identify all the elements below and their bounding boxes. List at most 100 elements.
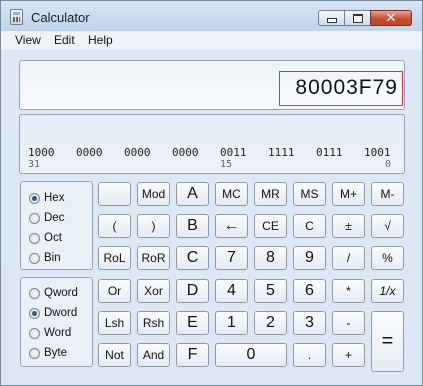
key-plus-minus[interactable]: ± — [332, 214, 365, 238]
bit-position-label: 0 — [385, 159, 392, 170]
radio-unchecked-icon — [29, 347, 40, 359]
key-lsh[interactable]: Lsh — [98, 311, 131, 335]
key-reciprocal[interactable]: 1/x — [371, 279, 404, 303]
key-hex-d[interactable]: D — [176, 279, 209, 303]
radio-hex[interactable]: Hex — [29, 191, 64, 205]
bit-group[interactable]: 1000 — [28, 146, 55, 159]
key-9[interactable]: 9 — [293, 246, 326, 270]
radio-unchecked-icon — [29, 212, 40, 224]
radio-label: Bin — [44, 252, 61, 264]
radio-label: Word — [44, 327, 72, 339]
key-ms[interactable]: MS — [293, 182, 326, 206]
key-not[interactable]: Not — [98, 343, 131, 367]
key-ce[interactable]: CE — [254, 214, 287, 238]
radio-label: Oct — [44, 232, 62, 244]
radio-unchecked-icon — [29, 327, 40, 339]
radio-dword[interactable]: Dword — [29, 306, 77, 320]
bit-group[interactable]: 0011 — [220, 146, 247, 159]
key-1[interactable]: 1 — [215, 311, 248, 335]
backspace-icon[interactable]: ← — [215, 214, 248, 238]
radio-label: Dword — [44, 307, 78, 319]
close-button[interactable]: ✕ — [370, 10, 412, 26]
key-open-paren[interactable]: ( — [98, 214, 131, 238]
minimize-button[interactable] — [318, 10, 345, 26]
key-subtract[interactable]: - — [332, 311, 365, 335]
minimize-icon — [326, 18, 337, 23]
radio-label: Qword — [44, 287, 78, 299]
key-4[interactable]: 4 — [215, 279, 248, 303]
radio-dec[interactable]: Dec — [29, 211, 64, 225]
calculator-app-icon — [10, 9, 23, 25]
key-0[interactable]: 0 — [215, 343, 287, 367]
key-close-paren[interactable]: ) — [137, 214, 170, 238]
key-equals[interactable]: = — [371, 311, 404, 372]
title-bar[interactable]: Calculator ✕ — [1, 1, 422, 31]
menu-help[interactable]: Help — [88, 33, 113, 47]
key-and[interactable]: And — [137, 343, 170, 367]
key-5[interactable]: 5 — [254, 279, 287, 303]
radio-label: Dec — [44, 212, 65, 224]
key-m-minus[interactable]: M- — [371, 182, 404, 206]
radio-bin[interactable]: Bin — [29, 251, 61, 265]
radio-oct[interactable]: Oct — [29, 231, 62, 245]
key-rol[interactable]: RoL — [98, 246, 131, 270]
number-base-group: Hex Dec Oct Bin — [20, 181, 93, 270]
key-hex-e[interactable]: E — [176, 311, 209, 335]
key-mod[interactable]: Mod — [137, 182, 170, 206]
key-8[interactable]: 8 — [254, 246, 287, 270]
key-3[interactable]: 3 — [293, 311, 326, 335]
radio-word[interactable]: Word — [29, 326, 71, 340]
menu-bar: View Edit Help — [1, 31, 422, 50]
key-hex-c[interactable]: C — [176, 246, 209, 270]
key-divide[interactable]: / — [332, 246, 365, 270]
key-hex-b[interactable]: B — [176, 214, 209, 238]
radio-qword[interactable]: Qword — [29, 286, 78, 300]
key-or[interactable]: Or — [98, 279, 131, 303]
calculator-window: Calculator ✕ View Edit Help 80003F79 100… — [0, 0, 423, 386]
bit-display-panel — [19, 114, 405, 174]
bit-position-label: 31 — [28, 159, 41, 170]
key-2[interactable]: 2 — [254, 311, 287, 335]
key-7[interactable]: 7 — [215, 246, 248, 270]
radio-byte[interactable]: Byte — [29, 346, 67, 360]
key-decimal[interactable]: . — [293, 343, 326, 367]
bit-position-label: 15 — [220, 159, 233, 170]
word-size-group: Qword Dword Word Byte — [20, 277, 93, 367]
key-sqrt[interactable]: √ — [371, 214, 404, 238]
close-icon: ✕ — [385, 10, 397, 26]
bit-group[interactable]: 0000 — [172, 146, 199, 159]
key-hex-a[interactable]: A — [176, 182, 209, 206]
key-mc[interactable]: MC — [215, 182, 248, 206]
key-blank — [98, 182, 131, 206]
bit-group[interactable]: 0111 — [316, 146, 343, 159]
maximize-button[interactable] — [344, 10, 371, 26]
radio-checked-icon — [29, 307, 40, 319]
radio-label: Hex — [44, 192, 65, 204]
bit-group[interactable]: 1001 — [364, 146, 391, 159]
radio-unchecked-icon — [29, 287, 40, 299]
bit-group[interactable]: 1111 — [268, 146, 295, 159]
radio-label: Byte — [44, 347, 68, 359]
bit-group[interactable]: 0000 — [76, 146, 103, 159]
key-xor[interactable]: Xor — [137, 279, 170, 303]
key-c-clear[interactable]: C — [293, 214, 326, 238]
key-hex-f[interactable]: F — [176, 343, 209, 367]
key-percent[interactable]: % — [371, 246, 404, 270]
bit-group[interactable]: 0000 — [124, 146, 151, 159]
maximize-icon — [352, 13, 363, 23]
key-m-plus[interactable]: M+ — [332, 182, 365, 206]
key-ror[interactable]: RoR — [137, 246, 170, 270]
display-value-box: 80003F79 — [279, 71, 403, 106]
radio-unchecked-icon — [29, 232, 40, 244]
menu-edit[interactable]: Edit — [54, 33, 75, 47]
key-mr[interactable]: MR — [254, 182, 287, 206]
window-title: Calculator — [31, 10, 90, 25]
menu-view[interactable]: View — [15, 33, 41, 47]
key-add[interactable]: + — [332, 343, 365, 367]
radio-checked-icon — [29, 192, 40, 204]
radio-unchecked-icon — [29, 252, 40, 264]
display-value: 80003F79 — [295, 76, 398, 99]
key-multiply[interactable]: * — [332, 279, 365, 303]
key-6[interactable]: 6 — [293, 279, 326, 303]
key-rsh[interactable]: Rsh — [137, 311, 170, 335]
